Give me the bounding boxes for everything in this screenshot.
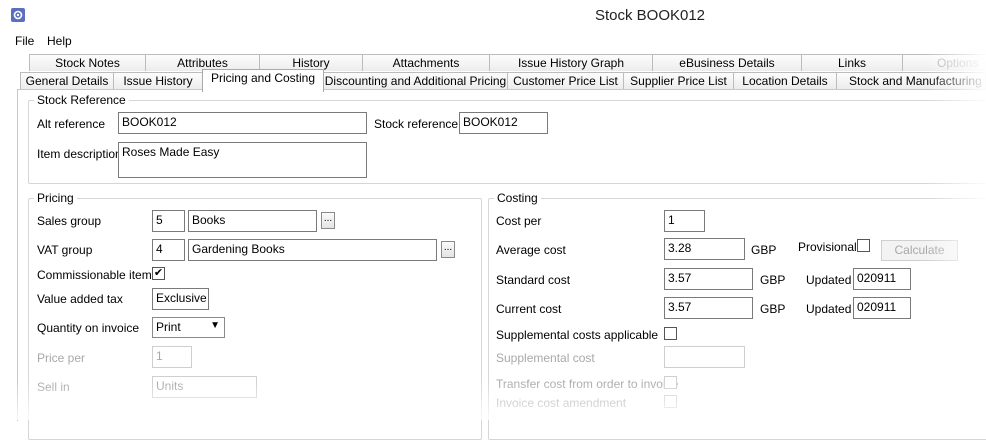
average-cost-field[interactable]: 3.28: [664, 238, 745, 260]
average-cost-currency: GBP: [751, 243, 777, 257]
supplemental-cost-label: Supplemental cost: [496, 351, 595, 365]
tab-supplier-price-list[interactable]: Supplier Price List: [623, 72, 734, 89]
tab-options[interactable]: Options: [902, 54, 986, 71]
tab-issue-history-graph[interactable]: Issue History Graph: [489, 54, 653, 71]
vat-group-lookup-button[interactable]: ...: [441, 241, 455, 258]
tab-stock-and-manufacturing[interactable]: Stock and Manufacturing: [836, 72, 986, 89]
tab-customer-price-list[interactable]: Customer Price List: [507, 72, 624, 89]
sales-group-code-field[interactable]: 5: [152, 210, 185, 232]
alt-reference-label: Alt reference: [37, 117, 106, 131]
standard-updated-field[interactable]: 020911: [853, 268, 911, 290]
supplemental-cost-field[interactable]: [664, 346, 745, 368]
price-per-label: Price per: [37, 351, 86, 365]
sales-group-lookup-button[interactable]: ...: [321, 212, 335, 229]
price-per-field[interactable]: 1: [152, 346, 192, 368]
item-description-field[interactable]: Roses Made Easy: [118, 142, 367, 178]
commissionable-item-checkbox[interactable]: ✔: [152, 267, 165, 280]
standard-cost-currency: GBP: [760, 273, 786, 287]
pricing-costing-panel: Stock Reference Alt reference BOOK012 St…: [17, 89, 986, 440]
current-cost-label: Current cost: [496, 302, 562, 316]
provisional-label: Provisional: [798, 240, 857, 254]
invoice-cost-amendment-label: Invoice cost amendment: [496, 396, 627, 410]
cost-per-label: Cost per: [496, 214, 542, 228]
vat-group-label: VAT group: [37, 243, 93, 257]
vat-group-code-field[interactable]: 4: [152, 239, 185, 261]
transfer-cost-checkbox[interactable]: [664, 376, 677, 389]
window-title: Stock BOOK012: [594, 7, 706, 24]
tab-row-back: Stock Notes Attributes History Attachmen…: [0, 54, 986, 72]
stock-reference-field[interactable]: BOOK012: [459, 112, 548, 134]
calculate-button[interactable]: Calculate: [881, 240, 958, 261]
vat-group-name-field[interactable]: Gardening Books: [188, 239, 437, 261]
tab-links[interactable]: Links: [801, 54, 903, 71]
commissionable-item-label: Commissionable item: [37, 268, 152, 282]
sell-in-label: Sell in: [37, 380, 70, 394]
quantity-on-invoice-value: Print: [156, 320, 181, 334]
tab-issue-history[interactable]: Issue History: [113, 72, 203, 89]
chevron-down-icon: ▼: [210, 320, 220, 331]
title-bar: Stock BOOK012: [0, 0, 986, 31]
alt-reference-field[interactable]: BOOK012: [118, 112, 367, 134]
sell-in-field[interactable]: Units: [152, 376, 257, 398]
cost-per-field[interactable]: 1: [664, 210, 705, 232]
stock-reference-title: Stock Reference: [34, 93, 129, 107]
item-description-label: Item description: [37, 147, 122, 161]
menu-bar: File Help: [0, 31, 986, 51]
invoice-cost-amendment-checkbox[interactable]: [664, 395, 677, 408]
stock-reference-label: Stock reference: [374, 117, 459, 131]
pricing-group: [28, 198, 482, 440]
menu-file[interactable]: File: [15, 34, 34, 48]
tab-general-details[interactable]: General Details: [20, 72, 114, 89]
tab-pricing-and-costing[interactable]: Pricing and Costing: [202, 69, 324, 92]
average-cost-label: Average cost: [496, 243, 566, 257]
tab-discounting-and-additional-pricing[interactable]: Discounting and Additional Pricing: [323, 72, 508, 89]
tab-ebusiness-details[interactable]: eBusiness Details: [652, 54, 802, 71]
supplemental-applicable-label: Supplemental costs applicable: [496, 328, 659, 342]
sales-group-label: Sales group: [37, 214, 102, 228]
costing-title: Costing: [494, 191, 541, 205]
standard-cost-field[interactable]: 3.57: [664, 268, 753, 290]
current-updated-label: Updated: [806, 302, 852, 316]
menu-help[interactable]: Help: [47, 34, 72, 48]
standard-cost-label: Standard cost: [496, 273, 571, 287]
tab-attachments[interactable]: Attachments: [362, 54, 490, 71]
current-cost-currency: GBP: [760, 302, 786, 316]
standard-updated-label: Updated: [806, 273, 852, 287]
value-added-tax-field[interactable]: Exclusive: [152, 288, 209, 310]
value-added-tax-label: Value added tax: [37, 292, 123, 306]
tab-location-details[interactable]: Location Details: [733, 72, 837, 89]
sales-group-name-field[interactable]: Books: [188, 210, 317, 232]
tab-row-front: General Details Issue History Pricing an…: [0, 69, 986, 92]
tab-stock-notes[interactable]: Stock Notes: [29, 54, 146, 71]
transfer-cost-label: Transfer cost from order to invoice: [496, 377, 679, 391]
quantity-on-invoice-label: Quantity on invoice: [37, 321, 140, 335]
current-updated-field[interactable]: 020911: [853, 297, 911, 319]
quantity-on-invoice-select[interactable]: Print ▼: [152, 317, 225, 338]
current-cost-field[interactable]: 3.57: [664, 297, 753, 319]
pricing-title: Pricing: [34, 191, 77, 205]
supplemental-applicable-checkbox[interactable]: [664, 327, 677, 340]
provisional-checkbox[interactable]: [857, 239, 870, 252]
